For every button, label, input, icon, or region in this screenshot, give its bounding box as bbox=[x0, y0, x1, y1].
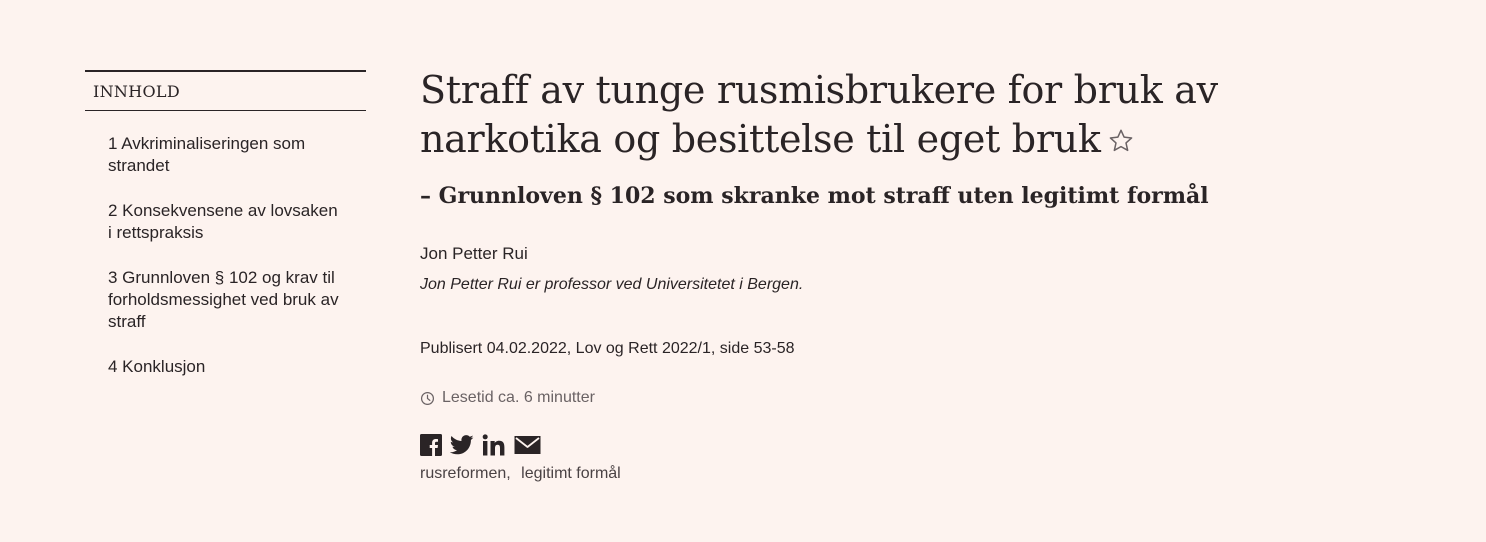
toc-list: 1 Avkriminaliseringen som strandet 2 Kon… bbox=[85, 111, 366, 378]
share-bar bbox=[420, 433, 1320, 457]
clock-icon bbox=[420, 391, 435, 405]
linkedin-icon[interactable] bbox=[482, 434, 506, 456]
tag-item[interactable]: rusreformen, bbox=[420, 465, 511, 482]
tag-item[interactable]: legitimt formål bbox=[521, 465, 621, 482]
toc-item-1[interactable]: 1 Avkriminaliseringen som strandet bbox=[108, 133, 346, 177]
tag-list: rusreformen, legitimt formål bbox=[420, 464, 1320, 484]
table-of-contents: INNHOLD 1 Avkriminaliseringen som strand… bbox=[85, 70, 366, 401]
article: Straff av tunge rusmisbrukere for bruk a… bbox=[420, 66, 1320, 484]
article-title-text: Straff av tunge rusmisbrukere for bruk a… bbox=[420, 68, 1218, 161]
email-icon[interactable] bbox=[514, 435, 541, 455]
page: INNHOLD 1 Avkriminaliseringen som strand… bbox=[0, 0, 1486, 542]
facebook-icon[interactable] bbox=[420, 434, 442, 456]
reading-time-text: Lesetid ca. 6 minutter bbox=[442, 389, 595, 406]
star-outline-icon[interactable] bbox=[1107, 118, 1135, 167]
toc-item-3[interactable]: 3 Grunnloven § 102 og krav til forholdsm… bbox=[108, 267, 346, 333]
author-name: Jon Petter Rui bbox=[420, 244, 528, 263]
article-title: Straff av tunge rusmisbrukere for bruk a… bbox=[420, 66, 1240, 167]
publication-info: Publisert 04.02.2022, Lov og Rett 2022/1… bbox=[420, 340, 795, 357]
reading-time: Lesetid ca. 6 minutter bbox=[420, 388, 1320, 408]
toc-item-2[interactable]: 2 Konsekvensene av lovsaken i rettspraks… bbox=[108, 200, 346, 244]
toc-item-4[interactable]: 4 Konklusjon bbox=[108, 356, 346, 378]
article-subtitle: – Grunnloven § 102 som skranke mot straf… bbox=[420, 183, 1209, 209]
toc-header: INNHOLD bbox=[85, 70, 366, 111]
author-affiliation: Jon Petter Rui er professor ved Universi… bbox=[420, 276, 804, 293]
twitter-icon[interactable] bbox=[450, 434, 474, 456]
